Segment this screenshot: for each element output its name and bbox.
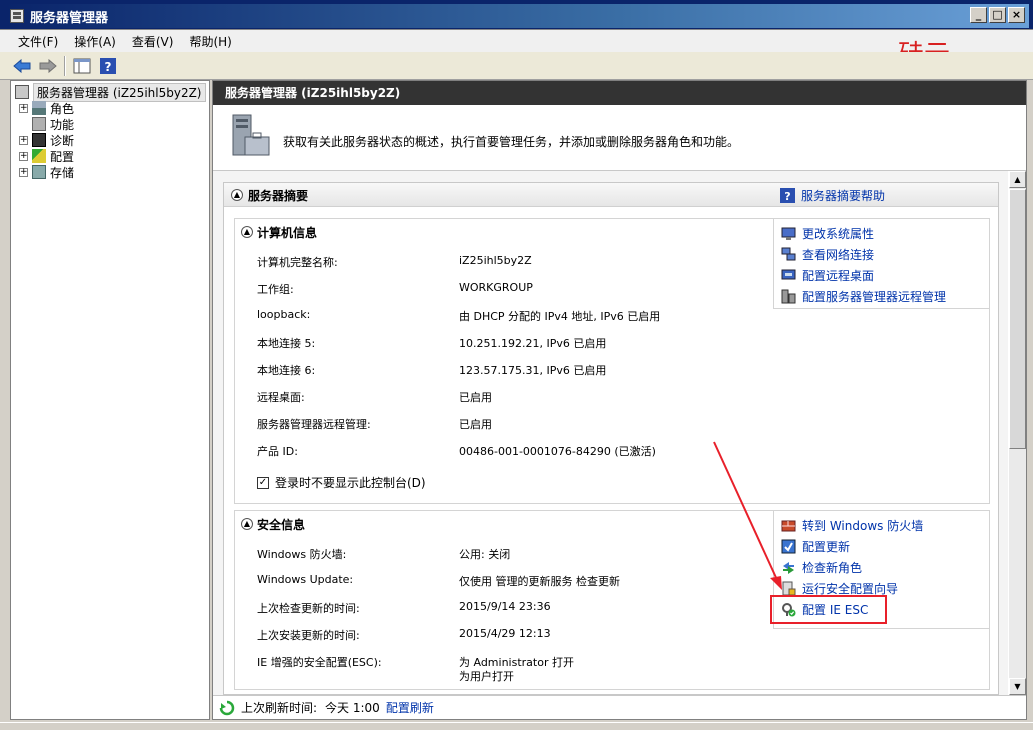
annotation-highlight-box <box>770 595 887 624</box>
window-status-bar <box>0 722 1033 730</box>
